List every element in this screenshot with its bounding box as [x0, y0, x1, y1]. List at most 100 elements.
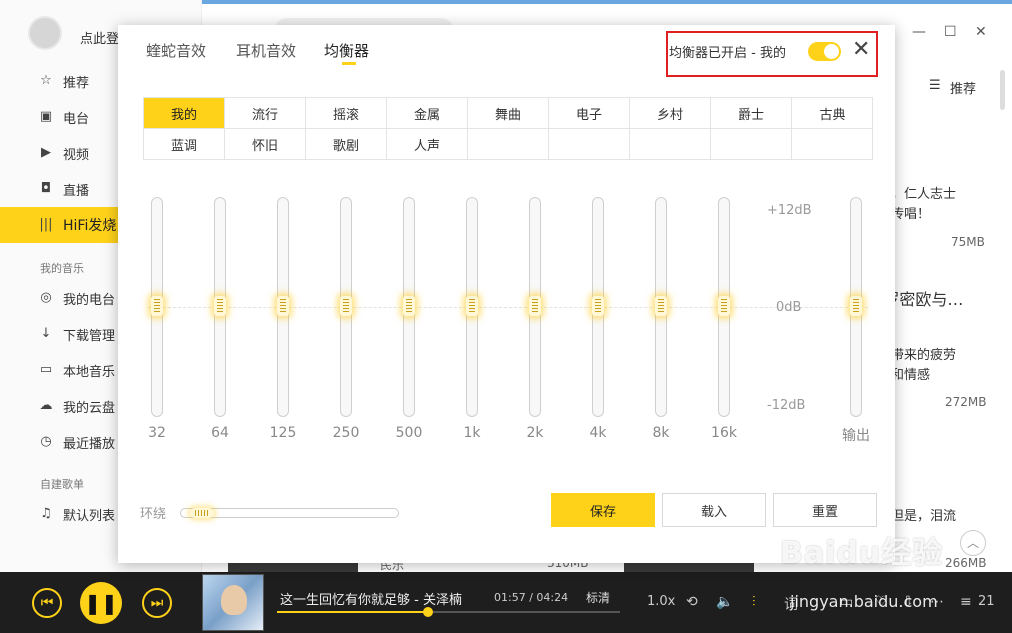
monitor-icon: ▭ — [39, 362, 53, 377]
band-64-handle[interactable] — [214, 296, 226, 316]
star-icon: ☆ — [40, 73, 52, 88]
preset-2[interactable]: 摇滚 — [306, 98, 387, 129]
band-2k-handle[interactable] — [529, 296, 541, 316]
band-64-slider[interactable] — [214, 197, 226, 417]
cloud-icon: ☁ — [39, 398, 53, 413]
band-8k-slider[interactable] — [655, 197, 667, 417]
band-250-slider[interactable] — [340, 197, 352, 417]
preset-8[interactable]: 古典 — [792, 98, 873, 129]
preset-0[interactable]: 我的 — [144, 98, 225, 129]
equalizer-toggle[interactable] — [808, 42, 841, 61]
sidebar-item-label: 下载管理 — [63, 328, 116, 344]
band-16k-label: 16k — [711, 425, 737, 441]
band-500-label: 500 — [395, 425, 423, 441]
clock-icon: ◷ — [40, 434, 52, 449]
card-size: 272MB — [945, 395, 987, 409]
my-radio-icon: ◎ — [40, 290, 52, 305]
pause-button[interactable]: ❚❚ — [80, 582, 122, 624]
preset-7[interactable]: 爵士 — [711, 98, 792, 129]
preset-5[interactable]: 电子 — [549, 98, 630, 129]
scrollbar[interactable] — [1000, 70, 1005, 110]
pause-icon: ❚❚ — [84, 591, 118, 615]
previous-button[interactable]: ⏮ — [32, 588, 62, 618]
output-slider[interactable] — [850, 197, 862, 417]
preset-1[interactable]: 流行 — [225, 98, 306, 129]
sidebar-item-label: 直播 — [63, 183, 90, 199]
equalizer-dialog: 蝰蛇音效 耳机音效 均衡器 均衡器已开启 - 我的 ✕ 我的 流行 摇滚 金属 舞曲 电子… — [118, 25, 895, 563]
load-button[interactable]: 载入 — [662, 493, 766, 527]
band-8k-handle[interactable] — [655, 296, 667, 316]
reset-button[interactable]: 重置 — [773, 493, 877, 527]
preset-6[interactable]: 乡村 — [630, 98, 711, 129]
loop-icon[interactable]: ⟲ — [686, 594, 698, 610]
band-500-slider[interactable] — [403, 197, 415, 417]
preset-4[interactable]: 舞曲 — [468, 98, 549, 129]
band-16k-slider[interactable] — [718, 197, 730, 417]
close-icon[interactable]: ✕ — [852, 39, 870, 61]
preset-12[interactable]: 人声 — [387, 129, 468, 160]
preset-10[interactable]: 怀旧 — [225, 129, 306, 160]
tab-headphone-effects[interactable]: 耳机音效 — [236, 40, 296, 61]
preset-11[interactable]: 歌剧 — [306, 129, 387, 160]
band-500-handle[interactable] — [403, 296, 415, 316]
band-32-label: 32 — [148, 425, 166, 441]
sidebar-item-label: 电台 — [63, 111, 90, 127]
band-4k-label: 4k — [589, 425, 607, 441]
previous-icon: ⏮ — [40, 595, 54, 611]
playlist-icon: ♫ — [40, 506, 52, 521]
quality-selector[interactable]: 标清 — [586, 589, 610, 606]
sidebar-item-label: 最近播放 — [63, 436, 116, 452]
live-icon: ◘ — [40, 181, 52, 196]
sidebar-item-label: 我的电台 — [63, 292, 116, 308]
band-125-handle[interactable] — [277, 296, 289, 316]
maximize-icon[interactable]: ☐ — [944, 24, 957, 40]
scroll-top-icon[interactable]: ︿ — [960, 530, 986, 556]
band-16k-handle[interactable] — [718, 296, 730, 316]
album-cover[interactable] — [202, 574, 264, 631]
preset-grid: 我的 流行 摇滚 金属 舞曲 电子 乡村 爵士 古典蓝调 怀旧 歌剧 人声 — [143, 97, 873, 160]
preset-3[interactable]: 金属 — [387, 98, 468, 129]
close-window-icon[interactable]: ✕ — [975, 24, 987, 40]
preset-9[interactable]: 蓝调 — [144, 129, 225, 160]
surround-slider[interactable] — [180, 508, 399, 518]
band-1k-slider[interactable] — [466, 197, 478, 417]
band-32-slider[interactable] — [151, 197, 163, 417]
db-label-mid: 0dB — [776, 300, 802, 315]
band-1k-handle[interactable] — [466, 296, 478, 316]
tab-equalizer[interactable]: 均衡器 — [324, 40, 369, 61]
band-32-handle[interactable] — [151, 296, 163, 316]
save-button[interactable]: 保存 — [551, 493, 655, 527]
radio-icon: ▣ — [39, 109, 53, 124]
playlist-queue-icon[interactable]: ≡ — [960, 594, 972, 610]
song-title[interactable]: 这一生回忆有你就足够 - 关泽楠 — [280, 589, 462, 608]
avatar[interactable] — [28, 16, 62, 50]
equalizer-icon[interactable]: ⫶ — [752, 594, 756, 610]
speed-button[interactable]: 1.0x — [647, 594, 675, 609]
preset-empty — [468, 129, 549, 160]
preset-empty — [549, 129, 630, 160]
watermark-logo: Baidu经验 — [780, 536, 944, 571]
surround-label: 环绕 — [140, 507, 167, 522]
band-4k-slider[interactable] — [592, 197, 604, 417]
sidebar-item-label: 我的云盘 — [63, 400, 116, 416]
minimize-icon[interactable]: — — [912, 24, 926, 40]
recommend-link[interactable]: 推荐 — [950, 78, 976, 97]
volume-icon[interactable]: 🔈 — [716, 594, 733, 610]
band-4k-handle[interactable] — [592, 296, 604, 316]
band-64-label: 64 — [211, 425, 229, 441]
next-button[interactable]: ⏭ — [142, 588, 172, 618]
section-playlists: 自建歌单 — [40, 478, 84, 491]
band-2k-slider[interactable] — [529, 197, 541, 417]
progress-handle[interactable] — [422, 607, 433, 617]
recommend-icon[interactable]: ☰ — [929, 78, 941, 93]
surround-handle[interactable] — [189, 508, 214, 518]
sidebar-item-label: 视频 — [63, 147, 90, 163]
progress-bar[interactable] — [277, 607, 620, 617]
band-250-handle[interactable] — [340, 296, 352, 316]
play-time: 01:57 / 04:24 — [494, 591, 569, 604]
card-size: 75MB — [951, 235, 985, 249]
tab-viper-effects[interactable]: 蝰蛇音效 — [146, 40, 206, 61]
output-handle[interactable] — [850, 296, 862, 316]
band-125-slider[interactable] — [277, 197, 289, 417]
login-link[interactable]: 点此登 — [80, 28, 119, 47]
